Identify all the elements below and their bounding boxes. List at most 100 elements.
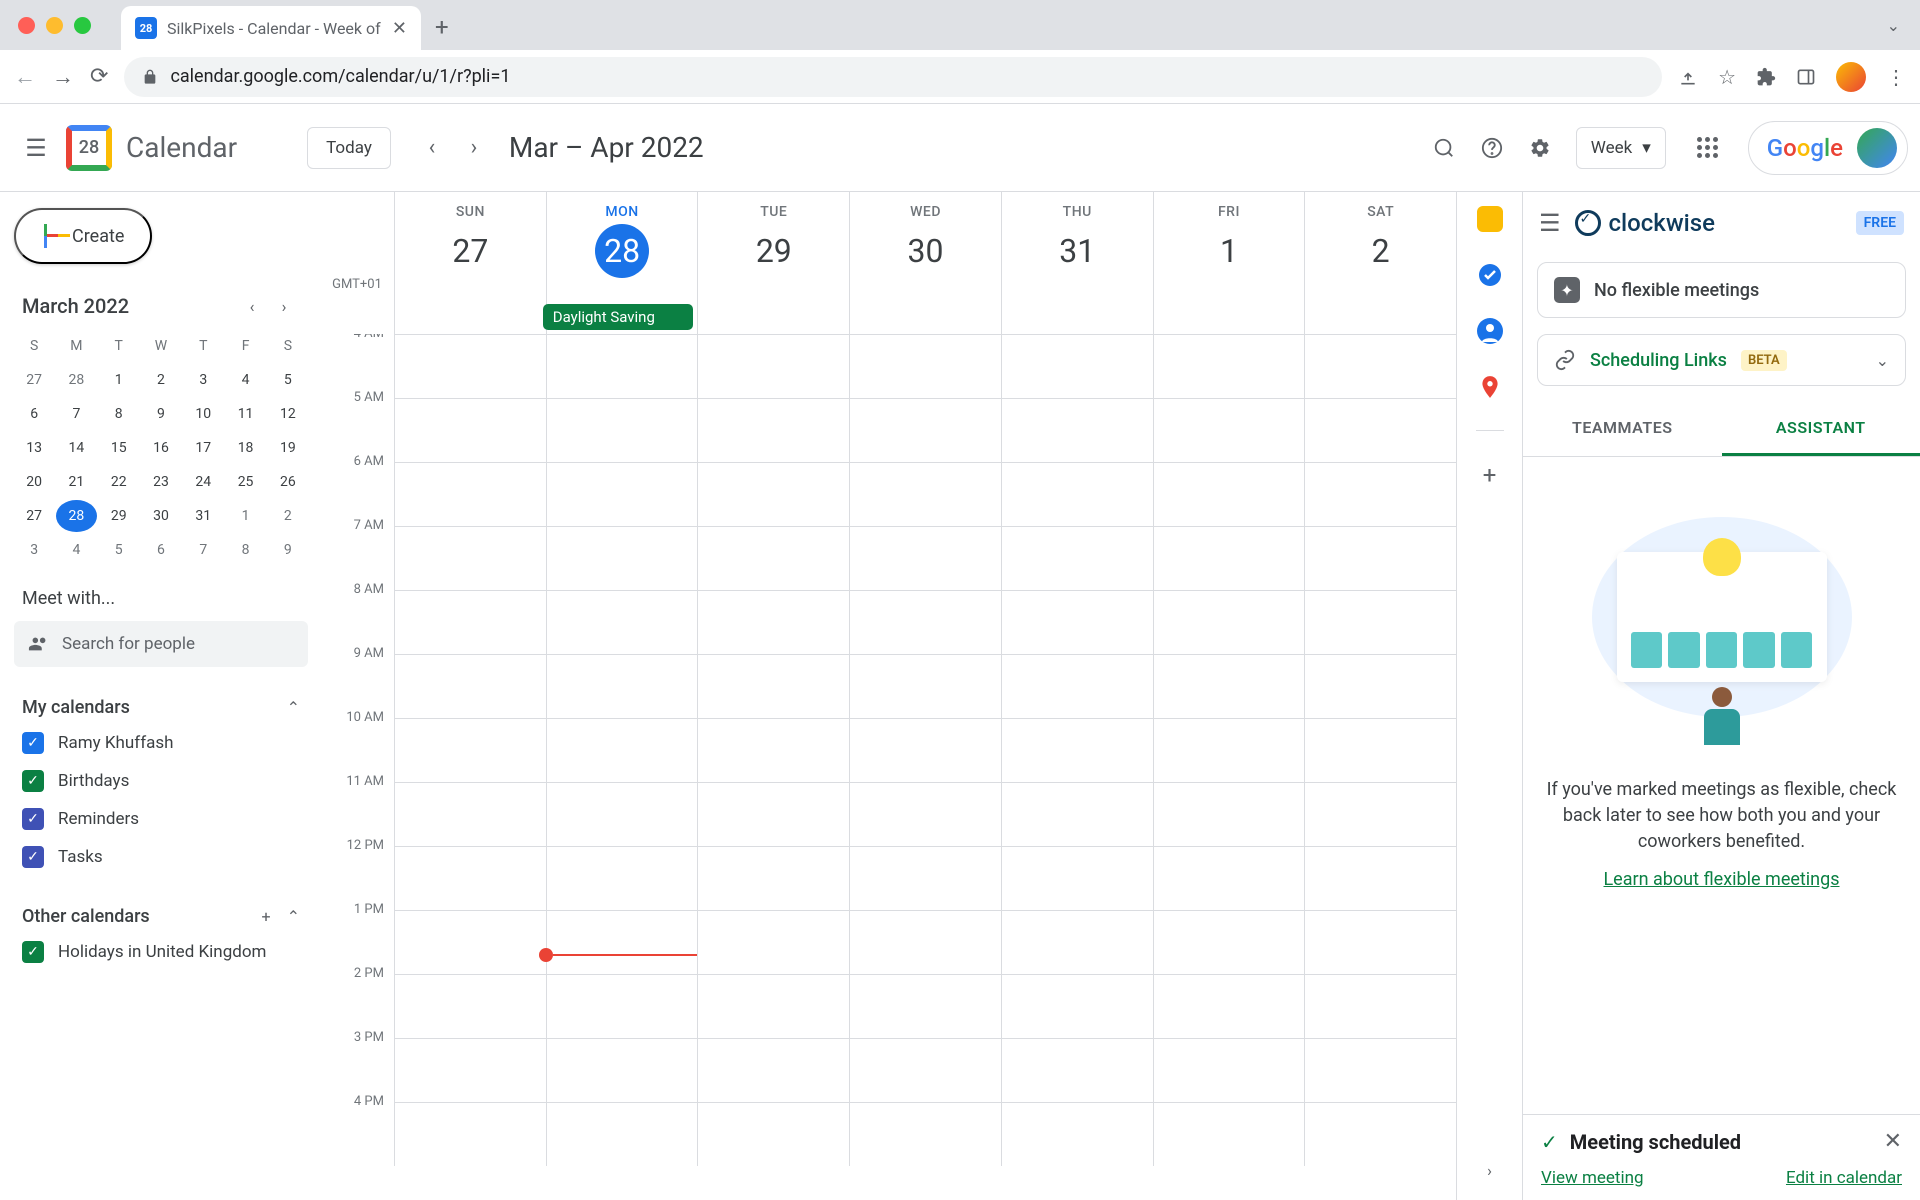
time-cell[interactable] — [697, 1102, 849, 1166]
time-cell[interactable] — [849, 782, 1001, 846]
time-cell[interactable] — [697, 590, 849, 654]
time-cell[interactable] — [394, 1102, 546, 1166]
time-cell[interactable] — [849, 334, 1001, 398]
bookmark-icon[interactable]: ☆ — [1718, 65, 1736, 89]
mini-cal-day[interactable]: 27 — [14, 364, 54, 396]
time-cell[interactable] — [1153, 782, 1305, 846]
time-cell[interactable] — [546, 590, 698, 654]
tasks-icon[interactable] — [1477, 262, 1503, 288]
time-cell[interactable] — [394, 782, 546, 846]
time-cell[interactable] — [849, 1038, 1001, 1102]
time-cell[interactable] — [1153, 1102, 1305, 1166]
mini-cal-day[interactable]: 6 — [14, 398, 54, 430]
time-cell[interactable] — [697, 718, 849, 782]
time-cell[interactable] — [697, 462, 849, 526]
mini-cal-day[interactable]: 7 — [183, 534, 223, 566]
time-cell[interactable] — [546, 334, 698, 398]
time-cell[interactable] — [1001, 654, 1153, 718]
time-cell[interactable] — [546, 1102, 698, 1166]
time-cell[interactable] — [394, 974, 546, 1038]
settings-button[interactable] — [1516, 124, 1564, 172]
calendar-item[interactable]: ✓Birthdays — [14, 762, 308, 800]
add-addon-button[interactable]: + — [1483, 461, 1497, 489]
my-calendars-header[interactable]: My calendars ⌃ — [14, 691, 308, 724]
browser-menu-icon[interactable]: ⋮ — [1886, 65, 1906, 89]
clockwise-logo[interactable]: clockwise — [1575, 209, 1715, 237]
mini-cal-day[interactable]: 9 — [268, 534, 308, 566]
time-cell[interactable] — [1304, 334, 1456, 398]
mini-cal-day[interactable]: 14 — [56, 432, 96, 464]
time-cell[interactable] — [697, 334, 849, 398]
mini-cal-day[interactable]: 16 — [141, 432, 181, 464]
allday-cell[interactable]: Daylight Saving — [546, 302, 698, 334]
allday-cell[interactable] — [1304, 302, 1456, 334]
time-cell[interactable] — [849, 590, 1001, 654]
mini-cal-day[interactable]: 8 — [99, 398, 139, 430]
mini-prev-month[interactable]: ‹ — [236, 297, 268, 316]
time-cell[interactable] — [1304, 718, 1456, 782]
calendar-item[interactable]: ✓Holidays in United Kingdom — [14, 933, 308, 971]
calendar-item[interactable]: ✓Reminders — [14, 800, 308, 838]
scheduling-links-card[interactable]: Scheduling Links BETA ⌄ — [1537, 334, 1906, 386]
next-week-button[interactable]: › — [453, 127, 495, 169]
mini-cal-day[interactable]: 31 — [183, 500, 223, 532]
time-cell[interactable] — [1001, 974, 1153, 1038]
mini-cal-day[interactable]: 23 — [141, 466, 181, 498]
time-cell[interactable] — [849, 462, 1001, 526]
time-cell[interactable] — [1001, 462, 1153, 526]
time-cell[interactable] — [1304, 1102, 1456, 1166]
mini-cal-day[interactable]: 28 — [56, 500, 96, 532]
mini-cal-day[interactable]: 8 — [225, 534, 265, 566]
time-cell[interactable] — [1001, 334, 1153, 398]
time-cell[interactable] — [1153, 654, 1305, 718]
add-other-calendar-button[interactable]: + — [262, 907, 271, 926]
time-cell[interactable] — [849, 654, 1001, 718]
time-cell[interactable] — [1153, 974, 1305, 1038]
time-cell[interactable] — [1001, 910, 1153, 974]
window-maximize-button[interactable] — [74, 17, 91, 34]
mini-cal-day[interactable]: 22 — [99, 466, 139, 498]
forward-button[interactable]: → — [52, 64, 74, 90]
mini-cal-day[interactable]: 2 — [268, 500, 308, 532]
day-header[interactable]: TUE29 — [697, 192, 849, 302]
mini-cal-day[interactable]: 24 — [183, 466, 223, 498]
back-button[interactable]: ← — [14, 64, 36, 90]
extensions-icon[interactable] — [1756, 67, 1776, 87]
other-calendars-header[interactable]: Other calendars + ⌃ — [14, 900, 308, 933]
calendar-checkbox[interactable]: ✓ — [22, 770, 44, 792]
clockwise-menu-button[interactable]: ☰ — [1539, 209, 1561, 237]
time-cell[interactable] — [1304, 654, 1456, 718]
time-cell[interactable] — [1304, 1038, 1456, 1102]
time-cell[interactable] — [546, 654, 698, 718]
mini-cal-day[interactable]: 7 — [56, 398, 96, 430]
sidepanel-icon[interactable] — [1796, 67, 1816, 87]
time-cell[interactable] — [1153, 526, 1305, 590]
window-close-button[interactable] — [18, 17, 35, 34]
time-cell[interactable] — [1001, 526, 1153, 590]
view-meeting-link[interactable]: View meeting — [1541, 1168, 1644, 1188]
edit-in-calendar-link[interactable]: Edit in calendar — [1786, 1168, 1902, 1188]
allday-cell[interactable] — [849, 302, 1001, 334]
time-cell[interactable] — [394, 910, 546, 974]
keep-icon[interactable] — [1477, 206, 1503, 232]
day-header[interactable]: FRI1 — [1153, 192, 1305, 302]
mini-cal-day[interactable]: 17 — [183, 432, 223, 464]
calendar-checkbox[interactable]: ✓ — [22, 846, 44, 868]
mini-cal-day[interactable]: 21 — [56, 466, 96, 498]
view-selector[interactable]: Week ▾ — [1576, 127, 1666, 169]
mini-cal-day[interactable]: 2 — [141, 364, 181, 396]
time-cell[interactable] — [394, 590, 546, 654]
mini-cal-day[interactable]: 18 — [225, 432, 265, 464]
calendar-checkbox[interactable]: ✓ — [22, 732, 44, 754]
time-grid[interactable]: 4 AM5 AM6 AM7 AM8 AM9 AM10 AM11 AM12 PM1… — [320, 334, 1456, 1200]
mini-cal-day[interactable]: 15 — [99, 432, 139, 464]
time-cell[interactable] — [546, 910, 698, 974]
time-cell[interactable] — [697, 526, 849, 590]
time-cell[interactable] — [697, 974, 849, 1038]
time-cell[interactable] — [394, 526, 546, 590]
mini-cal-day[interactable]: 5 — [99, 534, 139, 566]
time-cell[interactable] — [1001, 398, 1153, 462]
time-cell[interactable] — [546, 526, 698, 590]
allday-cell[interactable] — [697, 302, 849, 334]
mini-cal-day[interactable]: 11 — [225, 398, 265, 430]
